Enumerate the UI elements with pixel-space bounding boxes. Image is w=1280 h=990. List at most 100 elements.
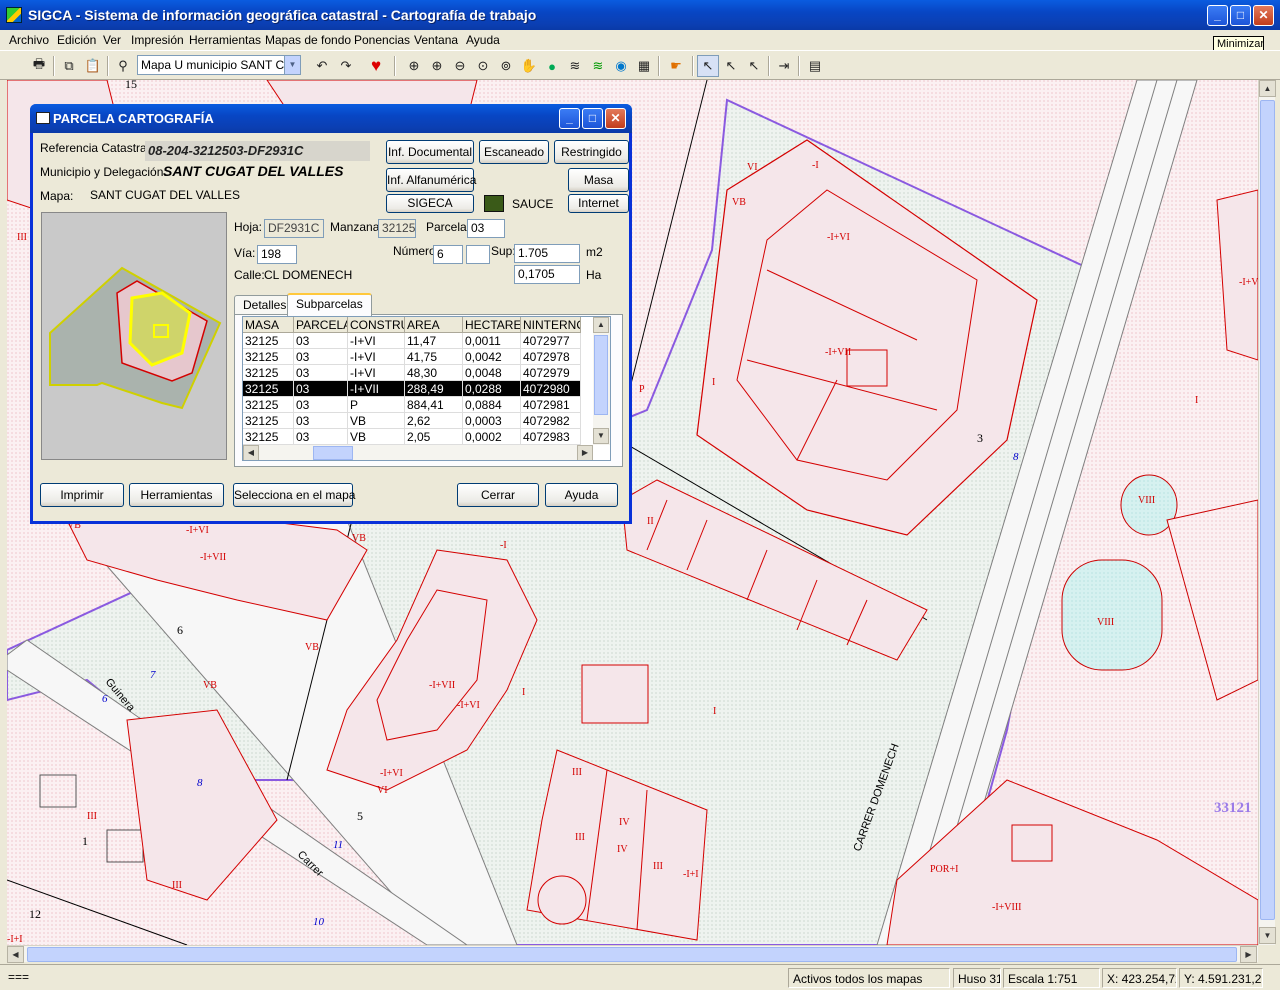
maximize-icon[interactable]: □ [582, 108, 603, 129]
scroll-thumb[interactable] [594, 335, 608, 415]
scroll-left-icon[interactable]: ◀ [7, 946, 24, 963]
pointer-yellow-icon[interactable]: ↖ [743, 55, 765, 77]
properties-icon[interactable]: ▤ [804, 55, 826, 77]
layers-icon[interactable]: ≋ [564, 55, 586, 77]
grid-column-header[interactable]: NINTERNO [521, 317, 581, 333]
close-icon[interactable]: ✕ [1253, 5, 1274, 26]
minimize-icon[interactable]: _ [559, 108, 580, 129]
copy-icon[interactable]: ⧉ [58, 55, 80, 77]
minimize-icon[interactable]: _ [1207, 5, 1228, 26]
pointer-select-icon[interactable]: ↖ [720, 55, 742, 77]
cerrar-button[interactable]: Cerrar [457, 483, 539, 507]
dialog-titlebar[interactable]: PARCELA CARTOGRAFÍA _ □ ✕ [30, 104, 632, 133]
zoom-out-icon[interactable]: ⊖ [449, 55, 471, 77]
map-select[interactable]: Mapa U municipio SANT CUGAT DEL VALLES ▼ [137, 55, 301, 75]
imprimir-button[interactable]: Imprimir [40, 483, 124, 507]
menu-ventana[interactable]: Ventana [414, 33, 458, 47]
grid-column-header[interactable]: AREA [405, 317, 463, 333]
escaneado-button[interactable]: Escaneado [479, 140, 549, 164]
grid-hscroll[interactable]: ◀ ▶ [243, 445, 593, 460]
app-titlebar[interactable]: SIGCA - Sistema de información geográfic… [0, 0, 1280, 30]
scroll-thumb[interactable] [313, 446, 353, 460]
tab-subparcelas[interactable]: Subparcelas [287, 293, 372, 316]
undo-icon[interactable]: ↶ [311, 55, 333, 77]
herramientas-button[interactable]: Herramientas [129, 483, 224, 507]
vertical-scrollbar[interactable]: ▲ ▼ [1258, 80, 1276, 945]
menu-ponencias[interactable]: Ponencias [354, 33, 410, 47]
restringido-button[interactable]: Restringido [554, 140, 629, 164]
globe-icon[interactable]: ● [541, 55, 563, 77]
parcela-field[interactable]: 03 [467, 219, 505, 238]
grid-icon[interactable]: ▦ [633, 55, 655, 77]
scroll-up-icon[interactable]: ▲ [1259, 80, 1276, 97]
numero-extra-field[interactable] [466, 245, 490, 264]
scroll-left-icon[interactable]: ◀ [243, 445, 259, 460]
hoja-label: Hoja: [234, 220, 263, 234]
sigeca-button[interactable]: SIGECA [386, 194, 474, 213]
parcel-number: 1 [82, 834, 88, 848]
measure-icon[interactable]: ⇥ [773, 55, 795, 77]
menu-mapas-de-fondo[interactable]: Mapas de fondo [265, 33, 351, 47]
pan-hand-icon[interactable]: ✋ [518, 55, 540, 77]
sup-field[interactable]: 1.705 [514, 244, 580, 263]
hand-select-icon[interactable]: ☛ [665, 55, 687, 77]
sauce-button[interactable]: SAUCE [484, 194, 554, 214]
map-label: -I [500, 540, 507, 551]
print-icon[interactable]: 🖶 [28, 55, 50, 77]
zoom-window-icon[interactable]: ⊕ [403, 55, 425, 77]
map-label: -I+VII [825, 347, 851, 358]
layers-green-icon[interactable]: ≋ [587, 55, 609, 77]
menu-herramientas[interactable]: Herramientas [189, 33, 261, 47]
inf-documental-button[interactable]: Inf. Documental [386, 140, 474, 164]
grid-column-header[interactable]: HECTAREA [463, 317, 521, 333]
numero-field[interactable]: 6 [433, 245, 463, 264]
menu-ver[interactable]: Ver [103, 33, 121, 47]
chevron-down-icon[interactable]: ▼ [284, 56, 300, 74]
zoom-previous-icon[interactable]: ⊙ [472, 55, 494, 77]
binoculars-icon[interactable]: ⚲ [112, 55, 134, 77]
pointer-info-icon[interactable]: ↖ [697, 55, 719, 77]
zoom-in-icon[interactable]: ⊕ [426, 55, 448, 77]
sup-label: Sup: [491, 244, 516, 258]
map-label: I [522, 687, 525, 698]
ayuda-button[interactable]: Ayuda [545, 483, 618, 507]
via-field[interactable]: 198 [257, 245, 297, 264]
menu-impresion[interactable]: Impresión [131, 33, 184, 47]
menu-ayuda[interactable]: Ayuda [466, 33, 500, 47]
selecciona-en-mapa-button[interactable]: Selecciona en el mapa [233, 483, 355, 507]
toolbar-separator [658, 56, 660, 76]
maximize-icon[interactable]: □ [1230, 5, 1251, 26]
horizontal-scrollbar[interactable]: ◀ ▶ [7, 945, 1258, 963]
inf-alfanumerica-button[interactable]: Inf. Alfanumérica [386, 168, 476, 192]
paste-icon[interactable]: 📋 [82, 55, 104, 77]
grid-column-header[interactable]: MASA [243, 317, 294, 333]
ha-field[interactable]: 0,1705 [514, 265, 580, 284]
scroll-thumb[interactable] [27, 947, 1237, 962]
table-cell: 03 [294, 397, 348, 413]
municipio-label: Municipio y Delegación: [40, 165, 167, 179]
scroll-right-icon[interactable]: ▶ [1240, 946, 1257, 963]
subparcelas-grid[interactable]: MASAPARCELACONSTRUAREAHECTAREANINTERNO 3… [242, 316, 611, 461]
heart-icon[interactable]: ♥ [365, 55, 387, 77]
close-icon[interactable]: ✕ [605, 108, 626, 129]
menu-edicion[interactable]: Edición [57, 33, 96, 47]
internet-button[interactable]: Internet [568, 194, 629, 213]
zoom-extents-icon[interactable]: ⊚ [495, 55, 517, 77]
redo-icon[interactable]: ↷ [335, 55, 357, 77]
manzana-field[interactable]: 32125 [378, 219, 416, 238]
scroll-down-icon[interactable]: ▼ [593, 428, 609, 444]
scroll-up-icon[interactable]: ▲ [593, 317, 609, 333]
street-number: 8 [197, 777, 203, 789]
menu-archivo[interactable]: Archivo [9, 33, 49, 47]
scroll-right-icon[interactable]: ▶ [577, 445, 593, 460]
hoja-field[interactable]: DF2931C [264, 219, 324, 238]
masa-button[interactable]: Masa [568, 168, 629, 192]
grid-column-header[interactable]: CONSTRU [348, 317, 405, 333]
scroll-thumb[interactable] [1260, 100, 1275, 920]
table-cell: 32125 [243, 397, 294, 413]
eye-icon[interactable]: ◉ [610, 55, 632, 77]
scroll-down-icon[interactable]: ▼ [1259, 927, 1276, 944]
table-cell: 4072980 [521, 381, 581, 397]
grid-column-header[interactable]: PARCELA [294, 317, 348, 333]
grid-vscroll[interactable]: ▲ ▼ [593, 317, 610, 445]
